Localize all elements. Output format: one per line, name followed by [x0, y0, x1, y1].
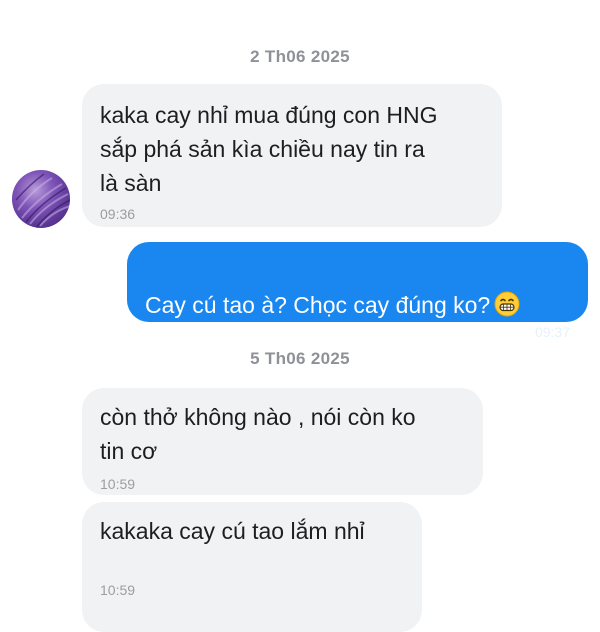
message-time: 09:37 — [534, 324, 570, 340]
date-separator: 2 Th06 2025 — [250, 47, 350, 66]
avatar-image — [15, 173, 70, 228]
message-text: còn thở không nào , nói còn ko tin cơ — [100, 404, 416, 464]
message-text: kakaka cay cú tao lắm nhỉ — [100, 518, 365, 544]
message-time: 10:59 — [100, 582, 136, 598]
message-time: 09:36 — [100, 206, 136, 222]
message-text: Cay cú tao à? Chọc cay đúng ko? — [145, 292, 491, 318]
message-bubble-incoming[interactable]: kaka cay nhỉ mua đúng con HNG sắp phá sả… — [82, 84, 502, 227]
message-time: 10:59 — [100, 476, 136, 492]
message-bubble-incoming[interactable]: còn thở không nào , nói còn ko tin cơ 10… — [82, 388, 483, 495]
grinning-face-emoji-icon — [494, 291, 520, 317]
avatar[interactable] — [12, 170, 70, 228]
message-bubble-outgoing[interactable]: Cay cú tao à? Chọc cay đúng ko? 09:37 — [127, 242, 588, 340]
message-bubble-incoming[interactable]: kakaka cay cú tao lắm nhỉ 10:59 — [82, 502, 422, 632]
date-separator: 5 Th06 2025 — [250, 349, 350, 368]
message-text: kaka cay nhỉ mua đúng con HNG sắp phá sả… — [100, 102, 438, 196]
